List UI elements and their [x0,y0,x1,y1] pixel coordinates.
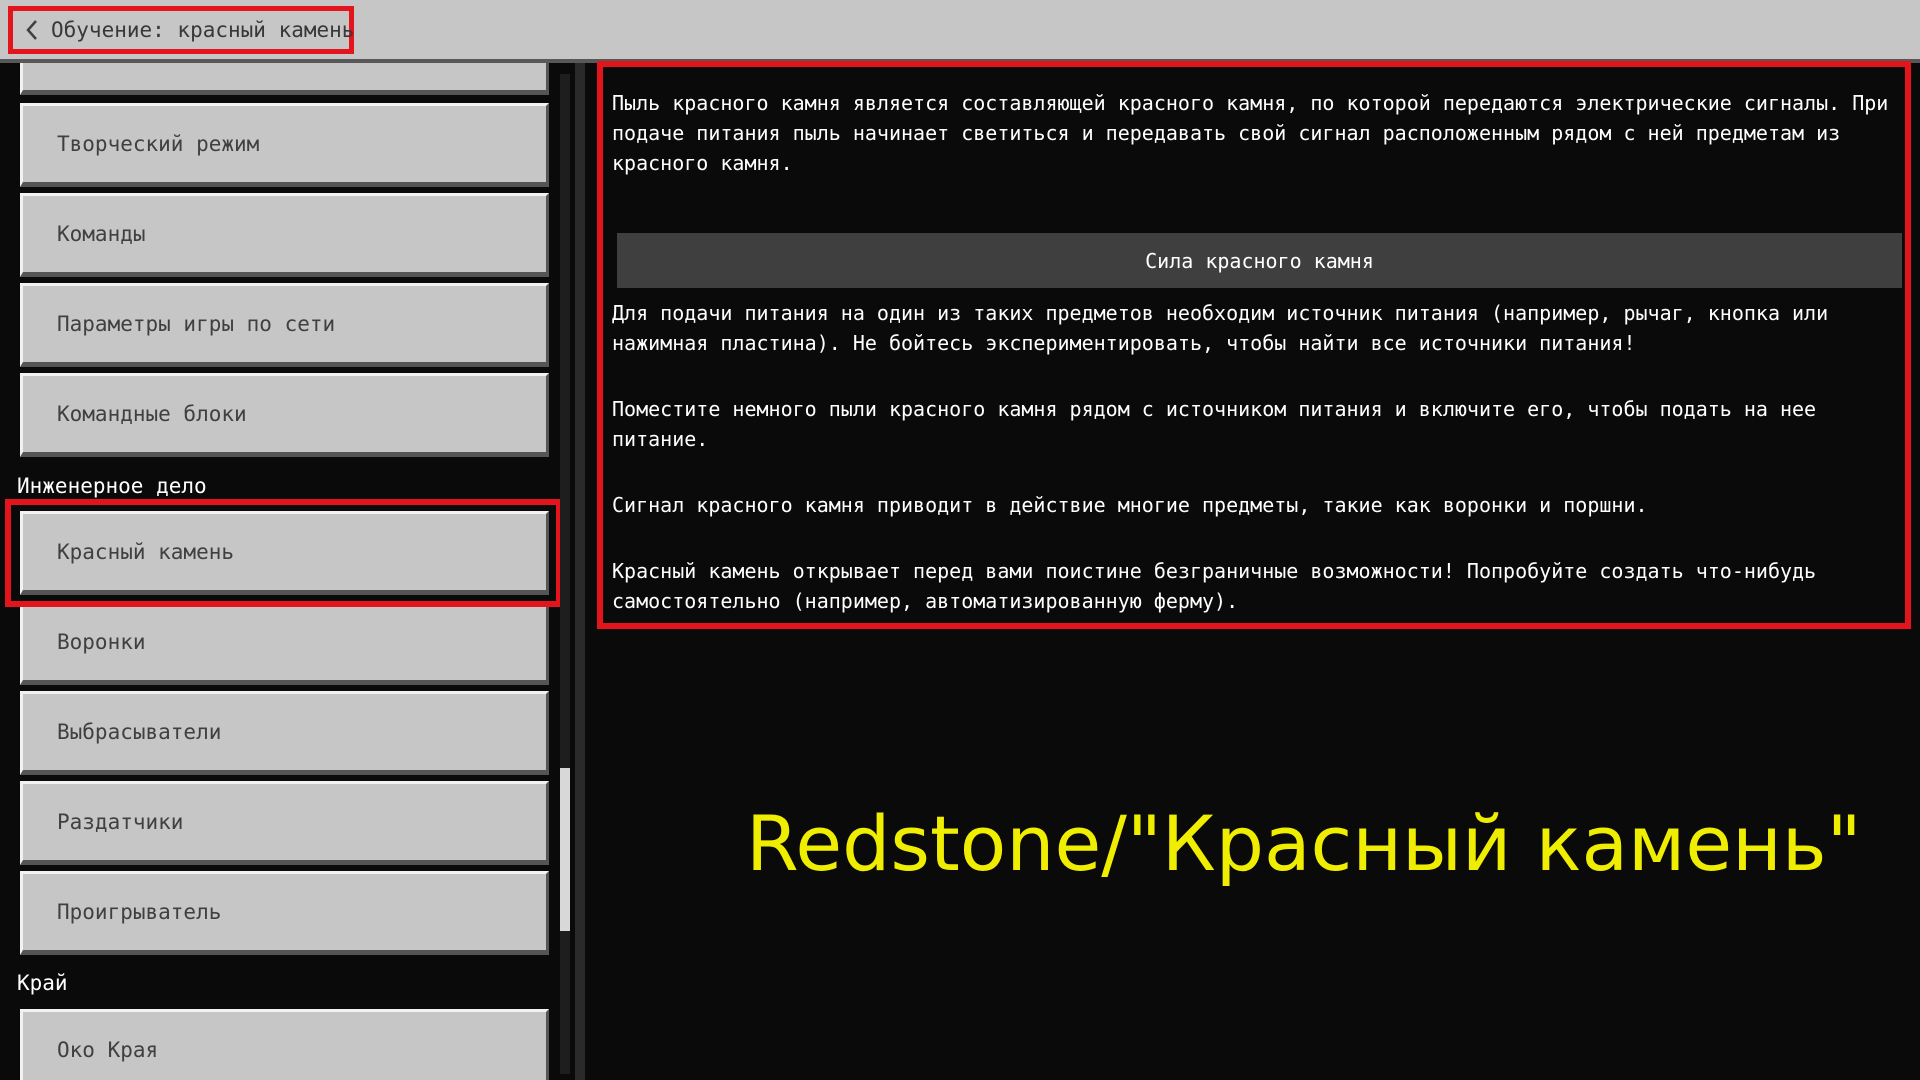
sidebar-item-redstone[interactable]: Красный камень [20,511,549,595]
sidebar-item-jukebox[interactable]: Проигрыватель [20,871,549,955]
sidebar-item-creative-mode[interactable]: Творческий режим [20,103,549,187]
panel-divider [575,63,585,1080]
sidebar-item-hoppers[interactable]: Воронки [20,601,549,685]
page-title: Обучение: красный камень [51,18,355,42]
sidebar-scrollbar[interactable] [560,74,570,1074]
sidebar: Творческий режим Команды Параметры игры … [0,63,575,1080]
title-highlight: Обучение: красный камень [8,6,354,54]
sidebar-item-droppers[interactable]: Выбрасыватели [20,691,549,775]
sidebar-item-command-blocks[interactable]: Командные блоки [20,373,549,457]
title-bar: Обучение: красный камень [0,0,1920,63]
content-highlight [597,61,1911,629]
chevron-left-icon[interactable] [25,19,39,41]
section-header-engineering: Инженерное дело [17,474,207,498]
sidebar-item-dispensers[interactable]: Раздатчики [20,781,549,865]
scrollbar-thumb[interactable] [560,768,570,931]
sidebar-item-multiplayer-settings[interactable]: Параметры игры по сети [20,283,549,367]
sidebar-item-commands[interactable]: Команды [20,193,549,277]
sidebar-item-eye-of-ender[interactable]: Око Края [20,1009,549,1080]
sidebar-item-partial[interactable] [20,63,549,95]
overlay-caption: Redstone/"Красный камень" [746,799,1862,888]
section-header-end: Край [17,971,68,995]
